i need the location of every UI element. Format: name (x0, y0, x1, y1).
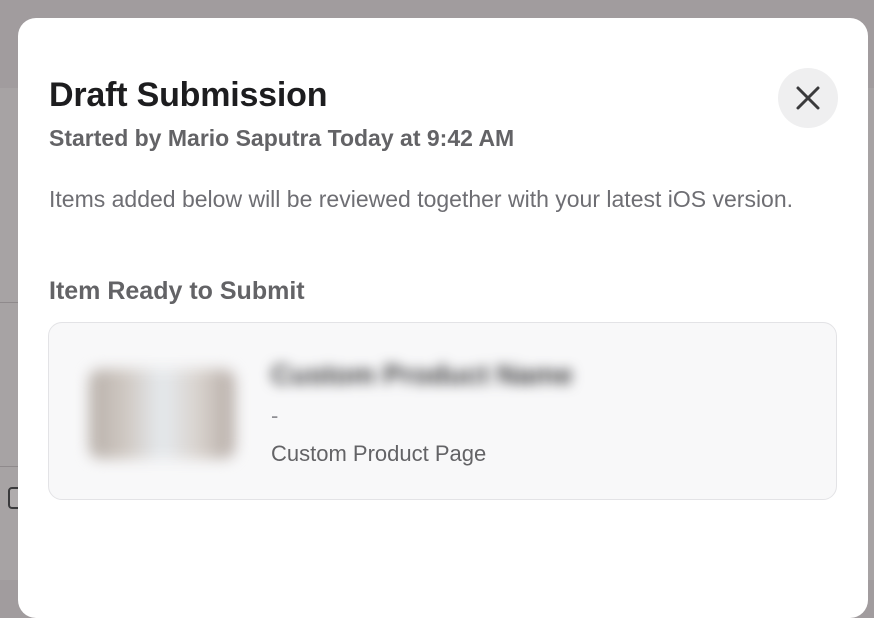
background-divider (0, 302, 20, 303)
dialog-title: Draft Submission (49, 76, 328, 114)
dialog-subtitle: Started by Mario Saputra Today at 9:42 A… (49, 125, 515, 151)
dialog-description: Items added below will be reviewed toget… (49, 186, 794, 212)
section-heading: Item Ready to Submit (49, 277, 305, 305)
background-divider (0, 466, 20, 467)
item-name: Custom Product Name (271, 359, 573, 390)
item-thumbnail (89, 369, 235, 459)
close-button[interactable] (778, 68, 838, 128)
submission-item-card[interactable]: Custom Product Name - Custom Product Pag… (48, 322, 837, 500)
item-type-label: Custom Product Page (271, 441, 487, 466)
item-separator: - (271, 403, 279, 428)
close-icon (796, 86, 820, 110)
draft-submission-dialog: Draft Submission Started by Mario Saputr… (18, 18, 868, 618)
